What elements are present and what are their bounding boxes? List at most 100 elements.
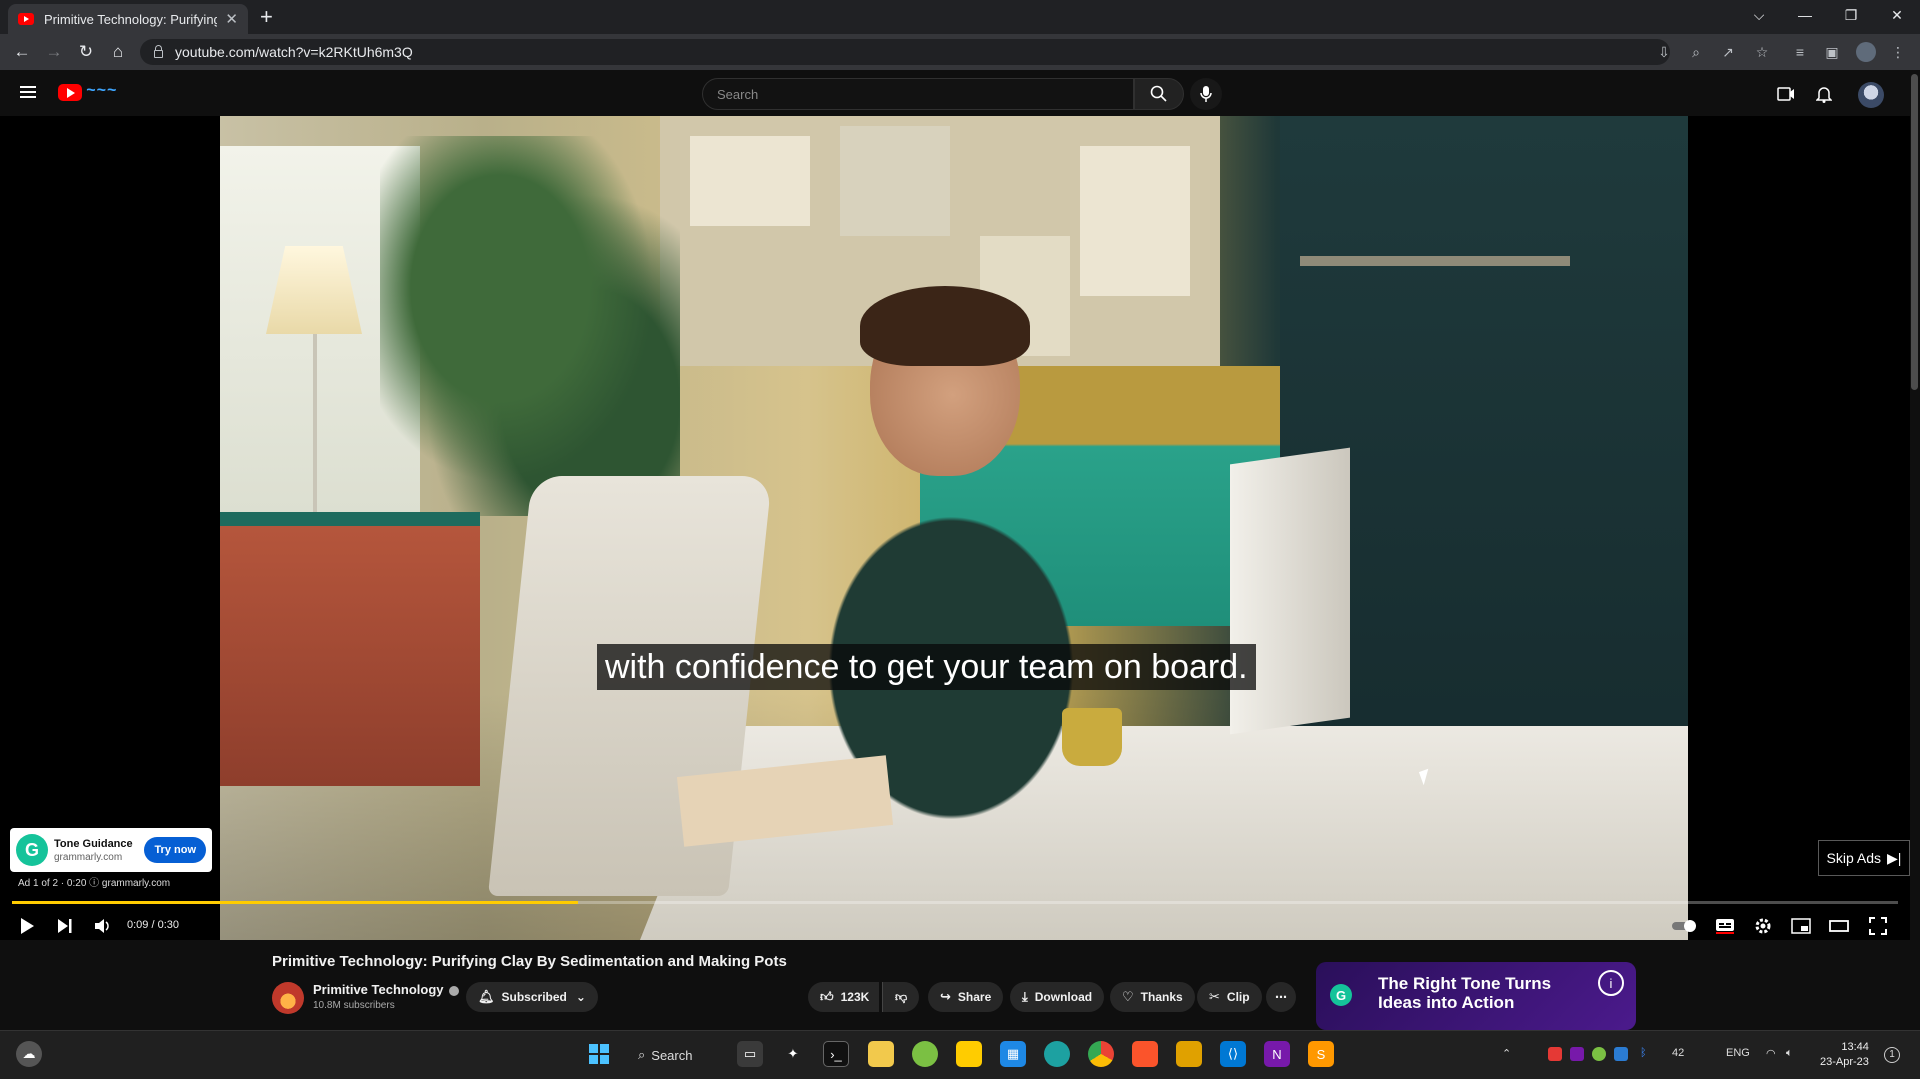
browser-menu-icon[interactable]: ⋮ bbox=[1888, 42, 1908, 62]
back-arrow-icon[interactable]: ← bbox=[10, 40, 34, 64]
share-button[interactable]: ↪ Share bbox=[928, 982, 1004, 1012]
miniplayer-button[interactable] bbox=[1787, 912, 1815, 940]
share-page-icon[interactable]: ↗ bbox=[1718, 42, 1738, 62]
wifi-icon[interactable]: ◠ bbox=[1766, 1047, 1776, 1060]
tray-app-red-icon[interactable] bbox=[1548, 1047, 1562, 1061]
skip-ads-button[interactable]: Skip Ads ▶| bbox=[1818, 840, 1910, 876]
profile-avatar-icon[interactable] bbox=[1856, 42, 1876, 62]
sticky-notes-icon[interactable] bbox=[956, 1041, 982, 1067]
chrome-browser-icon[interactable] bbox=[1088, 1041, 1114, 1067]
new-tab-button[interactable]: + bbox=[260, 4, 273, 30]
windows-start-icon[interactable] bbox=[586, 1041, 612, 1067]
notification-badge[interactable]: 1 bbox=[1884, 1047, 1900, 1063]
download-button[interactable]: ⤓ Download bbox=[1010, 982, 1105, 1012]
forward-arrow-icon[interactable]: → bbox=[42, 40, 66, 64]
theater-mode-icon bbox=[1829, 920, 1849, 932]
voice-search-button[interactable] bbox=[1190, 78, 1222, 110]
video-player[interactable]: with confidence to get your team on boar… bbox=[0, 116, 1910, 940]
like-button[interactable]: 👍︎ 123K bbox=[808, 982, 880, 1012]
browser-toolbar: ← → ↻ ⌂ youtube.com/watch?v=k2RKtUh6m3Q … bbox=[0, 34, 1920, 70]
search-button[interactable] bbox=[1134, 78, 1184, 110]
channel-name-link[interactable]: Primitive Technology bbox=[313, 982, 459, 997]
media-controls-icon[interactable]: ≡ bbox=[1790, 42, 1810, 62]
more-horizontal-icon: ⋯ bbox=[1275, 990, 1287, 1004]
tab-close-icon[interactable]: ✕ bbox=[225, 10, 238, 28]
weather-widget-icon[interactable]: ☁ bbox=[16, 1041, 42, 1067]
restore-button[interactable]: ❐ bbox=[1828, 0, 1874, 30]
lock-icon bbox=[154, 45, 163, 58]
menu-hamburger-icon[interactable] bbox=[20, 86, 36, 98]
taskbar-search[interactable]: ⌕ Search bbox=[628, 1042, 718, 1068]
thanks-heart-icon: ♡ bbox=[1122, 989, 1134, 1004]
tab-search-chevron-icon[interactable]: ⌵ bbox=[1736, 0, 1782, 30]
channel-avatar[interactable] bbox=[272, 982, 304, 1014]
reload-icon[interactable]: ↻ bbox=[74, 40, 98, 64]
create-video-icon[interactable] bbox=[1774, 82, 1798, 106]
subtitles-button[interactable] bbox=[1711, 912, 1739, 940]
video-frame[interactable] bbox=[220, 116, 1688, 940]
minimize-button[interactable]: — bbox=[1782, 0, 1828, 30]
try-now-button[interactable]: Try now bbox=[144, 837, 206, 863]
next-button[interactable] bbox=[51, 912, 79, 940]
tray-overflow-chevron-icon[interactable]: ⌃ bbox=[1502, 1047, 1511, 1060]
file-explorer-icon[interactable] bbox=[868, 1041, 894, 1067]
subscribed-button[interactable]: 🔔︎ Subscribed ⌄ bbox=[466, 982, 598, 1012]
play-button[interactable] bbox=[13, 912, 41, 940]
bluetooth-icon[interactable]: ᛒ bbox=[1640, 1047, 1647, 1059]
language-indicator[interactable]: ENG bbox=[1726, 1047, 1750, 1059]
more-actions-button[interactable]: ⋯ bbox=[1266, 982, 1296, 1012]
clock-time: 13:44 bbox=[1841, 1041, 1869, 1053]
ad-card[interactable]: G Tone Guidance grammarly.com Try now bbox=[10, 828, 212, 872]
app-icon-yellow[interactable] bbox=[1176, 1041, 1202, 1067]
youtube-logo-icon[interactable] bbox=[58, 84, 82, 101]
terminal-icon[interactable]: ›_ bbox=[823, 1041, 849, 1067]
zoom-icon[interactable]: ⌕ bbox=[1686, 42, 1706, 62]
volume-icon bbox=[95, 919, 109, 933]
app-icon-green[interactable] bbox=[912, 1041, 938, 1067]
onenote-icon[interactable]: N bbox=[1264, 1041, 1290, 1067]
side-panel-icon[interactable]: ▣ bbox=[1822, 42, 1842, 62]
account-avatar[interactable] bbox=[1858, 82, 1884, 108]
youtube-doodle-logo[interactable]: ~~~ bbox=[86, 82, 117, 100]
ad-info-icon[interactable]: i bbox=[1598, 970, 1624, 996]
home-icon[interactable]: ⌂ bbox=[106, 40, 130, 64]
speaker-icon[interactable]: 🔈︎ bbox=[1786, 1047, 1793, 1060]
tray-app-green-icon[interactable] bbox=[1592, 1047, 1606, 1061]
browser-tab-youtube[interactable]: Primitive Technology: Purifying C ✕ bbox=[8, 4, 248, 34]
volume-button[interactable] bbox=[89, 912, 117, 940]
app-icon-1[interactable]: ✦ bbox=[780, 1041, 806, 1067]
tray-app-purple-icon[interactable] bbox=[1570, 1047, 1584, 1061]
ad-info-text[interactable]: Ad 1 of 2 · 0:20 ⓘ grammarly.com bbox=[18, 874, 170, 889]
clip-label: Clip bbox=[1226, 990, 1250, 1004]
search-icon bbox=[1150, 85, 1167, 102]
close-window-button[interactable]: ✕ bbox=[1874, 0, 1920, 30]
taskbar-clock[interactable]: 13:44 23-Apr-23 bbox=[1820, 1040, 1869, 1070]
sublime-text-icon[interactable]: S bbox=[1308, 1041, 1334, 1067]
notifications-bell-icon[interactable] bbox=[1812, 82, 1836, 106]
thanks-button[interactable]: ♡ Thanks bbox=[1110, 982, 1195, 1012]
address-bar[interactable]: youtube.com/watch?v=k2RKtUh6m3Q bbox=[140, 39, 1670, 65]
youtube-header: ~~~ Search bbox=[0, 70, 1920, 118]
autoplay-toggle[interactable] bbox=[1670, 912, 1700, 940]
theater-mode-button[interactable] bbox=[1825, 912, 1853, 940]
companion-banner-ad[interactable]: G The Right Tone Turns Ideas into Action… bbox=[1316, 962, 1636, 1030]
edge-browser-icon[interactable] bbox=[1044, 1041, 1070, 1067]
tray-teams-icon[interactable] bbox=[1614, 1047, 1628, 1061]
dislike-button[interactable]: 👎︎ bbox=[882, 982, 920, 1012]
search-input[interactable]: Search bbox=[702, 78, 1134, 110]
calendar-icon[interactable]: ▦ bbox=[1000, 1041, 1026, 1067]
progress-bar[interactable] bbox=[12, 901, 1898, 904]
page-scrollbar-thumb[interactable] bbox=[1911, 74, 1918, 390]
bookmark-star-icon[interactable]: ☆ bbox=[1752, 42, 1772, 62]
video-scene-paper bbox=[690, 136, 810, 226]
settings-button[interactable] bbox=[1749, 912, 1777, 940]
install-app-icon[interactable]: ⇩ bbox=[1654, 42, 1674, 62]
skip-next-icon: ▶| bbox=[1887, 849, 1902, 866]
clip-button[interactable]: ✂ Clip bbox=[1197, 982, 1262, 1012]
task-view-icon[interactable]: ▭ bbox=[737, 1041, 763, 1067]
url-text: youtube.com/watch?v=k2RKtUh6m3Q bbox=[175, 44, 413, 60]
bell-icon: 🔔︎ bbox=[478, 989, 495, 1004]
vscode-icon[interactable]: ⟨⟩ bbox=[1220, 1041, 1246, 1067]
fullscreen-button[interactable] bbox=[1864, 912, 1892, 940]
brave-browser-icon[interactable] bbox=[1132, 1041, 1158, 1067]
